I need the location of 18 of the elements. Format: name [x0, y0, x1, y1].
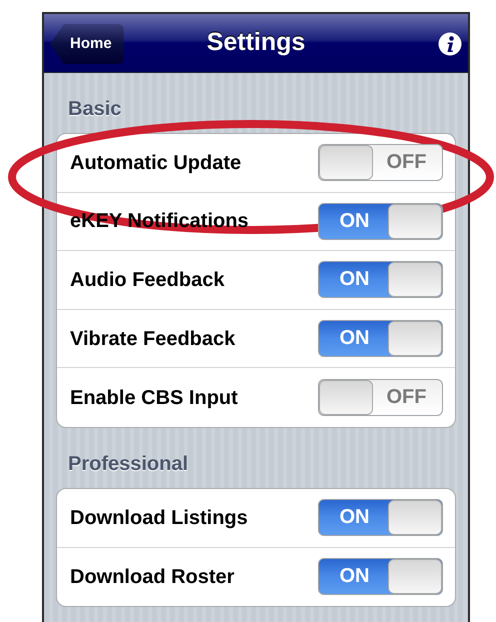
toggle-switch[interactable]: ON: [318, 558, 443, 596]
toggle-switch[interactable]: ON: [318, 202, 443, 240]
setting-label: Vibrate Feedback: [70, 326, 236, 352]
toggle-switch[interactable]: ON: [318, 320, 443, 358]
screen-title: Settings: [206, 27, 306, 58]
toggle-switch[interactable]: OFF: [318, 144, 443, 182]
section-header: Basic: [68, 98, 122, 120]
toggle-switch[interactable]: ON: [318, 261, 443, 298]
setting-label: Download Listings: [70, 506, 248, 531]
toggle-switch[interactable]: OFF: [318, 379, 443, 416]
setting-label: Audio Feedback: [70, 268, 224, 293]
setting-label: Download Roster: [70, 564, 234, 590]
setting-label: Enable CBS Input: [70, 386, 238, 411]
section-header: Professional: [68, 452, 188, 475]
setting-label: Automatic Update: [70, 150, 242, 176]
toggle-switch[interactable]: ON: [318, 499, 443, 536]
back-button[interactable]: Home: [50, 24, 124, 64]
info-icon[interactable]: [438, 32, 462, 56]
